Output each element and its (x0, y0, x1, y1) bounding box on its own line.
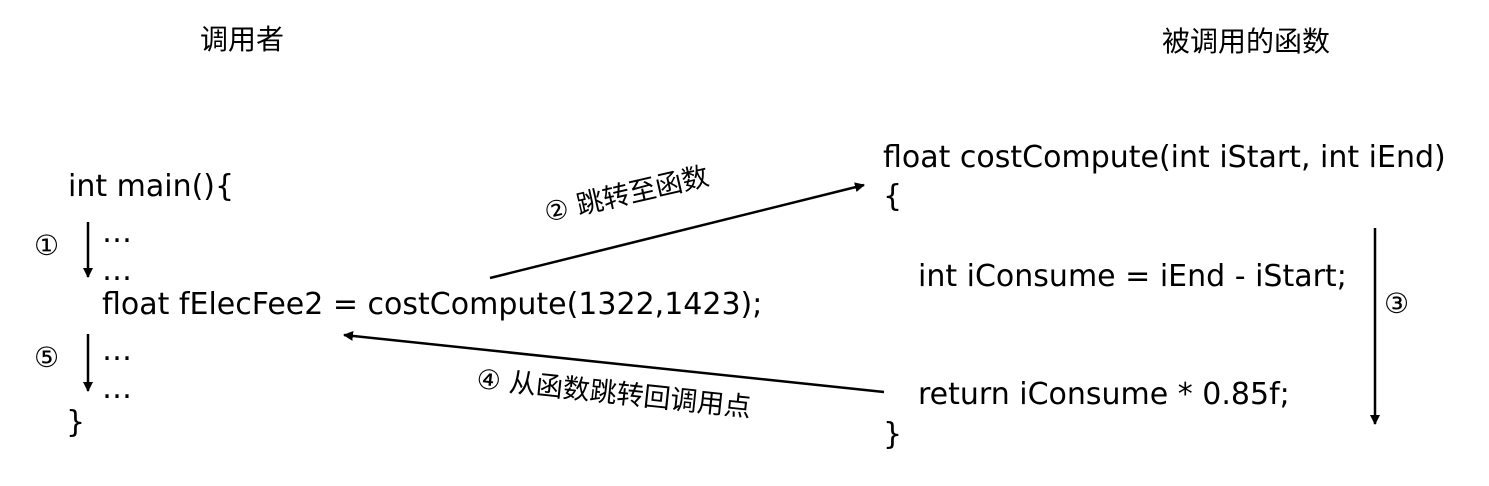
arrows-layer (83, 182, 1380, 425)
step-2-arrow (489, 182, 865, 280)
call-flow-diagram: 调用者 被调用的函数 int main(){ … … float fElecFe… (0, 0, 1489, 486)
step-4-arrow (343, 330, 885, 394)
